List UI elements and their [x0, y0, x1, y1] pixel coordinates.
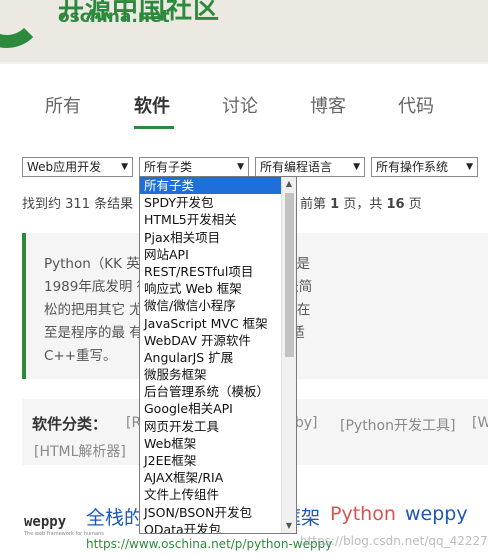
filter-bar: Web应用开发 ▼ 所有子类 ▼ 所有编程语言 ▼ 所有操作系统 ▼ — [0, 157, 488, 177]
result-number: 311 — [65, 197, 90, 212]
os-select-value: 所有操作系统 — [376, 160, 449, 174]
chevron-down-icon: ▼ — [466, 162, 473, 172]
dropdown-option[interactable]: JavaScript MVC 框架 — [140, 315, 282, 332]
chevron-down-icon: ▼ — [121, 162, 128, 172]
category-select-value: Web应用开发 — [27, 160, 102, 174]
dropdown-option[interactable]: Google相关API — [140, 400, 282, 417]
dropdown-option[interactable]: 响应式 Web 框架 — [140, 280, 282, 297]
project-url[interactable]: https://www.oschina.net/p/python-weppy — [86, 537, 332, 551]
language-select-value: 所有编程语言 — [260, 160, 333, 174]
tab-discussion[interactable]: 讨论 — [222, 92, 258, 118]
category-link-html-parser[interactable]: [HTML解析器] — [34, 441, 126, 461]
category-title: 软件分类： — [32, 415, 108, 433]
dropdown-option[interactable]: AngularJS 扩展 — [140, 349, 282, 366]
dropdown-option[interactable]: 微信/微信小程序 — [140, 297, 282, 314]
result-prefix: 找到约 — [22, 197, 62, 212]
result-count: 找到约 311 条结果 — [22, 193, 133, 212]
scroll-up-icon[interactable]: ▲ — [282, 177, 296, 191]
category-link-python-tools[interactable]: [Python开发工具] — [340, 415, 455, 435]
scrollbar-thumb[interactable] — [285, 193, 294, 357]
page-mid: 页，共 — [343, 197, 383, 212]
dropdown-option[interactable]: JSON/BSON开发包 — [140, 504, 282, 521]
category-link[interactable]: [W — [472, 415, 488, 431]
dropdown-option[interactable]: 文件上传组件 — [140, 486, 282, 503]
subcategory-select-value: 所有子类 — [144, 160, 193, 174]
dropdown-option[interactable]: J2EE框架 — [140, 452, 282, 469]
category-select[interactable]: Web应用开发 ▼ — [22, 157, 133, 177]
dropdown-option[interactable]: 网站API — [140, 246, 282, 263]
dropdown-option[interactable]: WebDAV 开源软件 — [140, 332, 282, 349]
dropdown-option[interactable]: REST/RESTful项目 — [140, 263, 282, 280]
tab-bar: 所有 软件 讨论 博客 代码 — [0, 92, 488, 129]
dropdown-option[interactable]: 微服务框架 — [140, 366, 282, 383]
project-title-weppy[interactable]: weppy — [405, 503, 468, 525]
subcategory-dropdown-list[interactable]: 所有子类 SPDY开发包 HTML5开发相关 Pjax相关项目 网站API RE… — [139, 176, 297, 534]
os-select[interactable]: 所有操作系统 ▼ — [371, 157, 478, 177]
watermark: https://blog.csdn.net/qq_42227818 — [300, 534, 488, 548]
language-select[interactable]: 所有编程语言 ▼ — [255, 157, 365, 177]
dropdown-option[interactable]: HTML5开发相关 — [140, 211, 282, 228]
dropdown-options: 所有子类 SPDY开发包 HTML5开发相关 Pjax相关项目 网站API RE… — [140, 177, 282, 533]
dropdown-scrollbar[interactable]: ▲ ▼ — [281, 177, 296, 533]
chevron-down-icon: ▼ — [237, 162, 244, 172]
project-title-python[interactable]: Python — [330, 503, 396, 525]
dropdown-option[interactable]: OData开发包 — [140, 521, 282, 533]
logo-english[interactable]: oschina.net — [58, 7, 170, 27]
project-logo[interactable]: weppy — [24, 514, 66, 530]
subcategory-select[interactable]: 所有子类 ▼ — [139, 157, 249, 177]
dropdown-option[interactable]: AJAX框架/RIA — [140, 469, 282, 486]
dropdown-option[interactable]: Web框架 — [140, 435, 282, 452]
result-suffix: 条结果 — [94, 197, 134, 212]
dropdown-option[interactable]: 后台管理系统（模板） — [140, 383, 282, 400]
chevron-down-icon: ▼ — [353, 162, 360, 172]
dropdown-option[interactable]: 网页开发工具 — [140, 418, 282, 435]
tab-blog[interactable]: 博客 — [310, 92, 346, 118]
project-title-part[interactable]: 全栈的 — [86, 503, 143, 530]
current-page: 1 — [330, 197, 340, 212]
logo-icon — [0, 0, 44, 48]
active-tab-indicator — [134, 126, 174, 129]
dropdown-option[interactable]: Pjax相关项目 — [140, 229, 282, 246]
description-line: C++重写。 — [44, 348, 117, 364]
site-header: 开源中国社区 oschina.net — [0, 0, 488, 62]
dropdown-option-all[interactable]: 所有子类 — [140, 177, 282, 195]
tab-code[interactable]: 代码 — [398, 92, 434, 118]
tab-all[interactable]: 所有 — [45, 92, 81, 118]
tab-software[interactable]: 软件 — [134, 92, 170, 118]
scroll-down-icon[interactable]: ▼ — [282, 519, 296, 533]
page-suffix: 页 — [408, 197, 422, 212]
dropdown-option[interactable]: SPDY开发包 — [140, 194, 282, 211]
total-pages: 16 — [386, 197, 405, 212]
page-prefix: 前第 — [300, 197, 327, 212]
page-info: 前第 1 页，共 16 页 — [300, 193, 422, 212]
